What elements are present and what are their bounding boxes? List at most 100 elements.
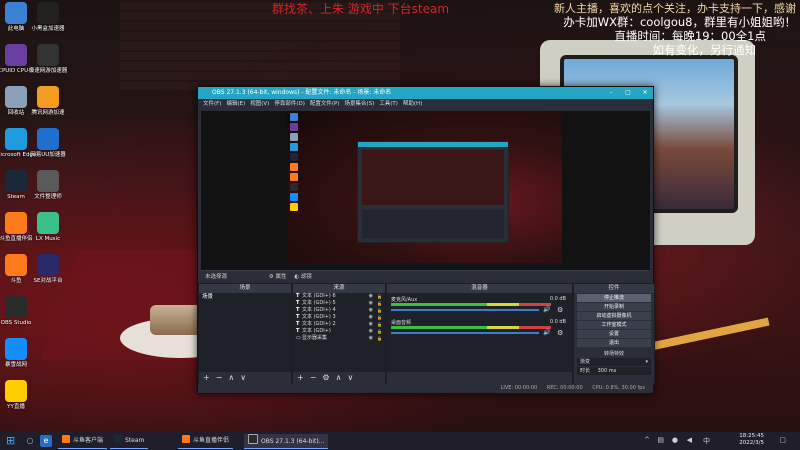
- down-icon[interactable]: ∨: [240, 373, 252, 382]
- menu-item-2[interactable]: 视图(V): [250, 101, 269, 107]
- edge-icon: [5, 128, 27, 150]
- desktop-icon-5[interactable]: 腾讯网游加速: [26, 86, 70, 117]
- eye-icon[interactable]: ◉: [369, 293, 373, 300]
- up-icon[interactable]: ∧: [228, 373, 240, 382]
- desktop-icon-13[interactable]: SE对战平台: [26, 254, 70, 285]
- source-item[interactable]: ▭显示器采集 ◉ 🔓: [293, 335, 385, 342]
- search-icon[interactable]: ○: [24, 435, 36, 447]
- source-label: 文本 (GDI+) 5: [302, 300, 336, 306]
- down-icon[interactable]: ∨: [347, 373, 359, 382]
- source-item[interactable]: T 文本 (GDI+) 6 ◉ 🔓: [293, 293, 385, 300]
- taskbar-item-steam[interactable]: Steam: [110, 434, 149, 449]
- source-label: 显示器采集: [302, 335, 328, 341]
- eye-icon[interactable]: ◉: [369, 314, 373, 321]
- eye-icon[interactable]: ◉: [369, 335, 373, 342]
- volume-slider[interactable]: [391, 309, 539, 311]
- menu-item-4[interactable]: 配置文件(P): [310, 101, 340, 107]
- properties-button[interactable]: 属性: [275, 274, 286, 280]
- taskbar-item-obs[interactable]: OBS 27.1.3 (64-bit)...: [244, 434, 329, 449]
- remove-icon[interactable]: −: [216, 373, 229, 382]
- desktop-icon-3[interactable]: 极速网游加速器: [26, 44, 70, 75]
- volume-slider[interactable]: [391, 332, 539, 334]
- transition-select[interactable]: 渐变 ▾: [577, 358, 651, 366]
- gear-icon[interactable]: ⚙: [322, 373, 335, 382]
- lock-icon[interactable]: 🔓: [377, 293, 382, 300]
- source-label: 文本 (GDI+) 6: [302, 293, 336, 299]
- eye-icon[interactable]: ◉: [369, 300, 373, 307]
- lock-icon[interactable]: 🔓: [377, 314, 382, 321]
- ime-indicator[interactable]: 中: [703, 436, 710, 446]
- menu-item-0[interactable]: 文件(F): [203, 101, 221, 107]
- se-icon: [37, 254, 59, 276]
- obs-window[interactable]: OBS 27.1.3 (64-bit, windows) - 配置文件: 未命名…: [197, 86, 655, 394]
- speaker-icon[interactable]: 🔊: [543, 329, 550, 336]
- lock-icon[interactable]: 🔓: [377, 321, 382, 328]
- source-item[interactable]: T 文本 (GDI+) ◉ 🔓: [293, 328, 385, 335]
- control-button-0[interactable]: 停止推流: [577, 294, 651, 302]
- eye-icon[interactable]: ◉: [369, 307, 373, 314]
- lock-icon[interactable]: 🔓: [377, 300, 382, 307]
- chevron-down-icon: ▾: [645, 359, 648, 365]
- source-item[interactable]: T 文本 (GDI+) 5 ◉ 🔓: [293, 300, 385, 307]
- minimize-icon[interactable]: –: [603, 87, 619, 99]
- desktop-icon-16[interactable]: YY直播: [0, 380, 38, 411]
- douyu-icon: [62, 435, 70, 443]
- gear-icon[interactable]: ⚙: [269, 274, 274, 280]
- control-button-3[interactable]: 工作室模式: [577, 321, 651, 329]
- microphone-icon[interactable]: ●: [672, 436, 678, 444]
- control-button-1[interactable]: 开始录制: [577, 303, 651, 311]
- close-icon[interactable]: ✕: [637, 87, 653, 99]
- maximize-icon[interactable]: □: [620, 87, 636, 99]
- menu-item-6[interactable]: 工具(T): [379, 101, 398, 107]
- menu-item-5[interactable]: 场景集合(S): [344, 101, 374, 107]
- desktop-icon-15[interactable]: 暴雪战网: [0, 338, 38, 369]
- notification-icon[interactable]: ▢: [779, 436, 786, 444]
- control-button-5[interactable]: 退出: [577, 339, 651, 347]
- lock-icon[interactable]: 🔓: [377, 328, 382, 335]
- control-button-4[interactable]: 设置: [577, 330, 651, 338]
- desktop-icon-14[interactable]: OBS Studio: [0, 296, 38, 327]
- windows-start-icon[interactable]: ⊞: [6, 435, 18, 447]
- chevron-up-icon[interactable]: ^: [644, 436, 650, 444]
- source-label: 文本 (GDI+) 3: [302, 314, 336, 320]
- duration-field[interactable]: 时长 300 ms: [577, 367, 651, 375]
- control-button-2[interactable]: 启动虚拟摄像机: [577, 312, 651, 320]
- remove-icon[interactable]: −: [310, 373, 323, 382]
- desktop-icon-label: 小黑盒加速器: [31, 26, 65, 32]
- desktop-icon-1[interactable]: 小黑盒加速器: [26, 2, 70, 33]
- menu-item-7[interactable]: 帮助(H): [403, 101, 422, 107]
- add-icon[interactable]: +: [203, 373, 216, 382]
- lock-icon[interactable]: 🔓: [377, 307, 382, 314]
- eye-icon[interactable]: ◉: [369, 321, 373, 328]
- desktop-icon-7[interactable]: 网易UU加速器: [26, 128, 70, 159]
- lock-icon[interactable]: 🔓: [377, 335, 382, 342]
- source-label: 文本 (GDI+): [302, 328, 331, 334]
- gear-icon[interactable]: ⚙: [557, 306, 563, 314]
- taskbar-item-label: 斗鱼直播伴侣: [193, 437, 230, 444]
- cpu-status: CPU: 0.8%, 30.00 fps: [592, 385, 645, 391]
- speaker-icon[interactable]: 🔊: [543, 306, 550, 313]
- taskbar-item-douyu-companion[interactable]: 斗鱼直播伴侣: [178, 434, 234, 449]
- source-item[interactable]: T 文本 (GDI+) 2 ◉ 🔓: [293, 321, 385, 328]
- up-icon[interactable]: ∧: [336, 373, 348, 382]
- volume-icon[interactable]: ◀: [687, 436, 692, 444]
- obs-titlebar[interactable]: OBS 27.1.3 (64-bit, windows) - 配置文件: 未命名…: [198, 87, 653, 99]
- filters-button[interactable]: 滤镜: [301, 274, 312, 280]
- scene-item[interactable]: 场景: [199, 293, 291, 301]
- taskbar-clock[interactable]: 18:25:45 2022/3/5: [739, 433, 764, 447]
- gear-icon[interactable]: ⚙: [557, 329, 563, 337]
- desktop-icon-label: SE对战平台: [33, 278, 63, 284]
- taskbar-item-douyu-client[interactable]: 斗鱼客户端: [58, 434, 108, 449]
- add-icon[interactable]: +: [297, 373, 310, 382]
- source-item[interactable]: T 文本 (GDI+) 4 ◉ 🔓: [293, 307, 385, 314]
- eye-icon[interactable]: ◉: [369, 328, 373, 335]
- desktop-icon-11[interactable]: LX Music: [26, 212, 70, 243]
- menu-item-1[interactable]: 编辑(E): [226, 101, 245, 107]
- edge-icon[interactable]: e: [40, 435, 52, 447]
- menu-item-3[interactable]: 停靠部件(D): [274, 101, 305, 107]
- source-item[interactable]: T 文本 (GDI+) 3 ◉ 🔓: [293, 314, 385, 321]
- network-icon[interactable]: ▤: [657, 436, 664, 444]
- desktop-icon-9[interactable]: 文件整理师: [26, 170, 70, 201]
- filter-icon[interactable]: ◐: [294, 274, 299, 280]
- obs-icon: [5, 296, 27, 318]
